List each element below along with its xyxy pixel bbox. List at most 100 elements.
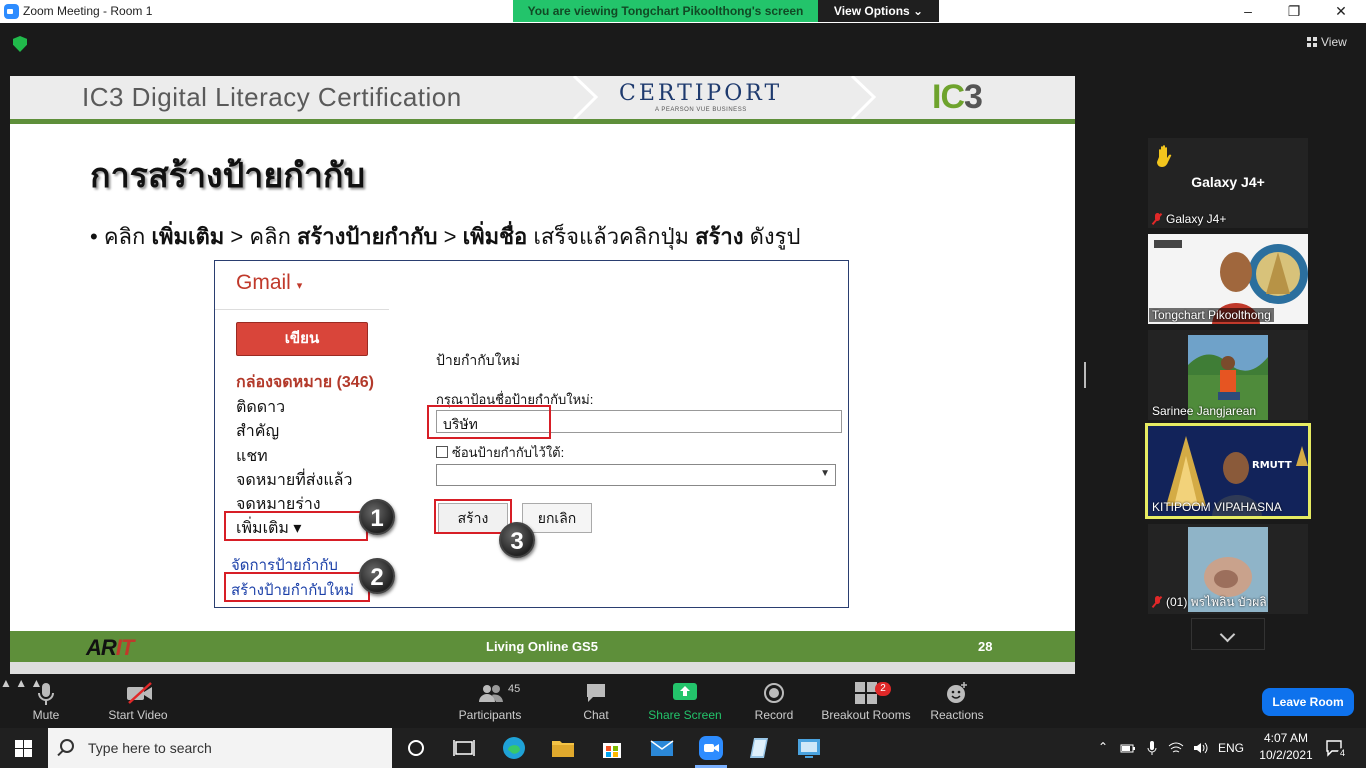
- meeting-toolbar: Mute ▲ Start Video ▲ 45 Participants Cha…: [0, 676, 1366, 728]
- tray-chevron-up-icon[interactable]: ⌃: [1098, 740, 1108, 754]
- chat-button[interactable]: Chat: [570, 676, 622, 728]
- app-notes-icon[interactable]: [746, 734, 774, 762]
- restore-button[interactable]: ❐: [1271, 1, 1317, 21]
- clock-date: 10/2/2021: [1259, 748, 1313, 762]
- breakout-count-badge: 2: [875, 682, 891, 696]
- arit-logo: ARIT: [86, 635, 135, 661]
- highlight-box-create-label: [224, 572, 370, 602]
- app-remote-desktop-icon[interactable]: [795, 734, 823, 762]
- volume-icon[interactable]: [1192, 740, 1208, 756]
- close-button[interactable]: ✕: [1318, 1, 1364, 21]
- reactions-button[interactable]: Reactions: [926, 676, 988, 728]
- chat-icon: [587, 684, 605, 702]
- view-label: View: [1321, 35, 1347, 49]
- participants-icon: [479, 685, 503, 702]
- participants-button[interactable]: 45 Participants: [452, 676, 528, 728]
- record-button[interactable]: Record: [748, 676, 800, 728]
- participant-tile[interactable]: Tongchart Pikoolthong: [1148, 234, 1308, 324]
- participant-name: KITIPOOM VIPAHASNA: [1152, 500, 1282, 514]
- zoom-logo-icon: [4, 4, 19, 19]
- nav-inbox: กล่องจดหมาย (346): [236, 374, 374, 391]
- ic3-logo-3: 3: [964, 78, 983, 116]
- slide-header: IC3 Digital Literacy Certification CERTI…: [10, 76, 1075, 119]
- scroll-participants-down-button[interactable]: [1191, 618, 1265, 650]
- leave-room-button[interactable]: Leave Room: [1262, 688, 1354, 716]
- notification-count: 4: [1338, 748, 1348, 758]
- mail-icon[interactable]: [648, 734, 676, 762]
- slide-page-number: 28: [978, 639, 993, 654]
- divider: [215, 309, 389, 310]
- zoom-taskbar-icon[interactable]: [697, 734, 725, 762]
- battery-icon[interactable]: [1120, 740, 1136, 756]
- participants-label: Participants: [458, 708, 522, 722]
- panel-splitter-handle[interactable]: [1084, 362, 1086, 388]
- chevron-up-icon[interactable]: ▲: [0, 676, 12, 690]
- certiport-logo: CERTIPORT: [619, 81, 783, 106]
- chevron-right-icon: [850, 76, 877, 119]
- participant-tile[interactable]: (01) พรไพลิน บัวผลิ: [1148, 524, 1308, 614]
- bullet-bold: สร้างป้ายกำกับ: [297, 224, 438, 249]
- store-icon[interactable]: [598, 734, 626, 762]
- slide-title: การสร้างป้ายกำกับ: [90, 157, 366, 195]
- grid-icon: [1307, 37, 1317, 47]
- zoom-window: Zoom Meeting - Room 1 You are viewing To…: [0, 0, 1366, 768]
- shared-slide: IC3 Digital Literacy Certification CERTI…: [10, 76, 1075, 674]
- share-banner: You are viewing Tongchart Pikoolthong's …: [513, 0, 818, 22]
- bullet-text: >: [437, 224, 463, 249]
- file-explorer-icon[interactable]: [549, 734, 577, 762]
- nav-important: สำคัญ: [236, 423, 280, 440]
- taskbar-search-box[interactable]: Type here to search: [48, 728, 392, 768]
- mic-muted-icon: [1152, 596, 1162, 608]
- security-shield-icon[interactable]: [13, 36, 27, 52]
- participant-name: Sarinee Jangjarean: [1152, 404, 1257, 418]
- share-screen-button[interactable]: Share Screen: [646, 676, 724, 728]
- edge-browser-icon[interactable]: [500, 734, 528, 762]
- participant-name: (01) พรไพลิน บัวผลิ: [1152, 593, 1267, 612]
- participant-tile[interactable]: Sarinee Jangjarean: [1148, 330, 1308, 420]
- certiport-tagline: A PEARSON VUE BUSINESS: [655, 107, 747, 113]
- bullet-bold: เพิ่มเติม: [151, 224, 225, 249]
- participant-tile[interactable]: Galaxy J4+ Galaxy J4+: [1148, 138, 1308, 228]
- ic3-logo: IC3: [932, 78, 983, 117]
- participants-count: 45: [508, 683, 521, 695]
- search-icon: [60, 739, 74, 753]
- highlight-box-name: [427, 405, 551, 439]
- wifi-icon[interactable]: [1168, 740, 1184, 756]
- participant-tile-active-speaker[interactable]: RMUTT KITIPOOM VIPAHASNA: [1145, 423, 1311, 519]
- breakout-rooms-button[interactable]: 2 Breakout Rooms: [818, 676, 914, 728]
- clock[interactable]: 4:07 AM 10/2/2021: [1256, 731, 1316, 762]
- slide-accent-bar: [10, 119, 1075, 124]
- gmail-logo: Gmail ▾: [236, 271, 302, 295]
- compose-button: เขียน: [236, 322, 368, 356]
- share-screen-label: Share Screen: [648, 708, 722, 722]
- gmail-screenshot: Gmail ▾ เขียน กล่องจดหมาย (346) ติดดาว ส…: [214, 260, 849, 608]
- chevron-down-icon: ▾: [296, 280, 303, 292]
- language-indicator[interactable]: ENG: [1218, 741, 1244, 755]
- arit-logo-b: IT: [115, 635, 135, 660]
- reactions-icon: [947, 682, 967, 703]
- bullet-bold: สร้าง: [695, 224, 744, 249]
- raised-hand-icon: [1157, 145, 1172, 167]
- cortana-icon[interactable]: [402, 734, 430, 762]
- slide-footer: ARIT Living Online GS5 28: [10, 631, 1075, 662]
- view-button[interactable]: View: [1307, 35, 1347, 49]
- minimize-button[interactable]: –: [1225, 1, 1271, 21]
- participant-name: Tongchart Pikoolthong: [1149, 308, 1274, 322]
- participant-name-large: Galaxy J4+: [1191, 174, 1265, 190]
- mute-button[interactable]: Mute: [20, 676, 72, 728]
- task-view-icon[interactable]: [450, 734, 478, 762]
- view-options-button[interactable]: View Options ⌄: [818, 0, 939, 22]
- slide-bullet: • คลิก เพิ่มเติม > คลิก สร้างป้ายกำกับ >…: [90, 219, 800, 254]
- reactions-label: Reactions: [930, 708, 984, 722]
- chat-label: Chat: [583, 708, 609, 722]
- start-video-button[interactable]: Start Video: [100, 676, 176, 728]
- windows-start-icon[interactable]: [15, 740, 32, 757]
- footer-course-name: Living Online GS5: [486, 639, 598, 654]
- highlight-box-create-button: [434, 499, 512, 534]
- mic-tray-icon[interactable]: [1146, 740, 1158, 756]
- bullet-text: > คลิก: [224, 224, 297, 249]
- bullet-bold: เพิ่มชื่อ: [462, 224, 528, 249]
- nest-label-row: ซ้อนป้ายกำกับไว้ใต้:: [436, 442, 564, 463]
- ic3-logo-ic: IC: [932, 78, 965, 116]
- slide-header-title: IC3 Digital Literacy Certification: [82, 82, 462, 112]
